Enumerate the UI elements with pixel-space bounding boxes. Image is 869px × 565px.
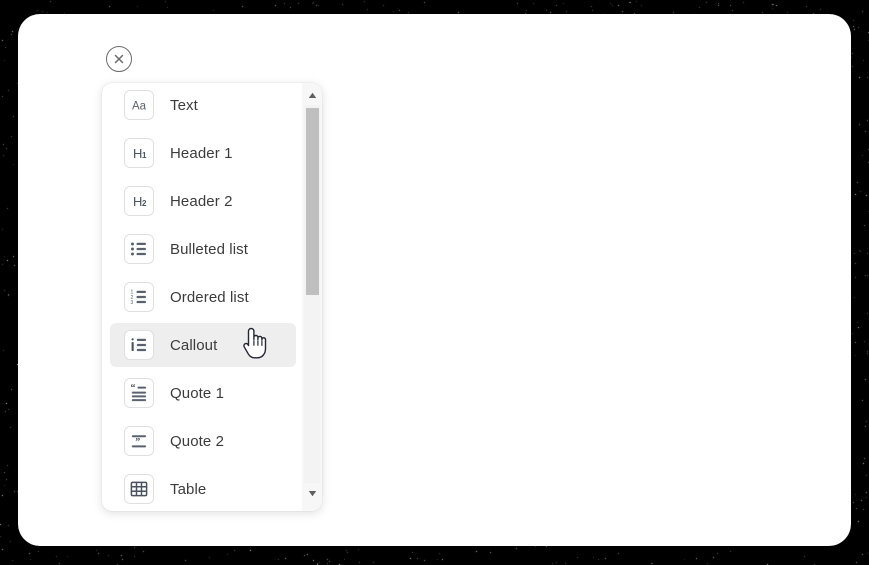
menu-item-label: Ordered list — [170, 288, 249, 306]
menu-item-header-2[interactable]: H 2 Header 2 — [110, 179, 296, 223]
menu-item-label: Callout — [170, 336, 218, 354]
svg-text:2: 2 — [142, 199, 147, 208]
close-button[interactable] — [106, 46, 132, 72]
block-type-menu[interactable]: Aa Text H 1 Header 1 H 2 Header 2 Bullet… — [102, 83, 322, 511]
header-1-icon: H 1 — [124, 138, 154, 168]
close-x-circle-icon — [113, 53, 125, 65]
table-grid-icon — [124, 474, 154, 504]
menu-item-label: Header 2 — [170, 192, 233, 210]
menu-scrollbar[interactable] — [302, 83, 322, 511]
callout-info-icon — [124, 330, 154, 360]
scrollbar-thumb[interactable] — [306, 108, 319, 295]
quote-2-icon: ” — [124, 426, 154, 456]
scrollbar-down-arrow[interactable] — [302, 483, 322, 503]
menu-item-label: Table — [170, 480, 207, 498]
triangle-up-icon — [308, 86, 317, 104]
svg-text:1: 1 — [142, 151, 147, 160]
menu-item-label: Quote 1 — [170, 384, 225, 402]
svg-text:Aa: Aa — [132, 101, 147, 113]
menu-item-callout[interactable]: Callout — [110, 323, 296, 367]
text-aa-icon: Aa — [124, 90, 154, 120]
menu-item-text[interactable]: Aa Text — [110, 83, 296, 127]
svg-text:H: H — [133, 194, 142, 209]
scrollbar-up-arrow[interactable] — [302, 85, 322, 105]
menu-item-header-1[interactable]: H 1 Header 1 — [110, 131, 296, 175]
header-2-icon: H 2 — [124, 186, 154, 216]
svg-text:3: 3 — [131, 300, 134, 306]
menu-item-ordered-list[interactable]: 1 2 3 Ordered list — [110, 275, 296, 319]
block-type-menu-list: Aa Text H 1 Header 1 H 2 Header 2 Bullet… — [102, 83, 304, 511]
menu-item-label: Text — [170, 96, 198, 114]
bulleted-list-icon — [124, 234, 154, 264]
menu-item-label: Header 1 — [170, 144, 233, 162]
menu-item-label: Quote 2 — [170, 432, 225, 450]
menu-item-quote-1[interactable]: “ Quote 1 — [110, 371, 296, 415]
menu-item-quote-2[interactable]: ” Quote 2 — [110, 419, 296, 463]
svg-text:H: H — [133, 146, 142, 161]
menu-item-table[interactable]: Table — [110, 467, 296, 511]
menu-item-label: Bulleted list — [170, 240, 249, 258]
menu-item-bulleted-list[interactable]: Bulleted list — [110, 227, 296, 271]
quote-1-icon: “ — [124, 378, 154, 408]
ordered-list-icon: 1 2 3 — [124, 282, 154, 312]
triangle-down-icon — [308, 484, 317, 502]
